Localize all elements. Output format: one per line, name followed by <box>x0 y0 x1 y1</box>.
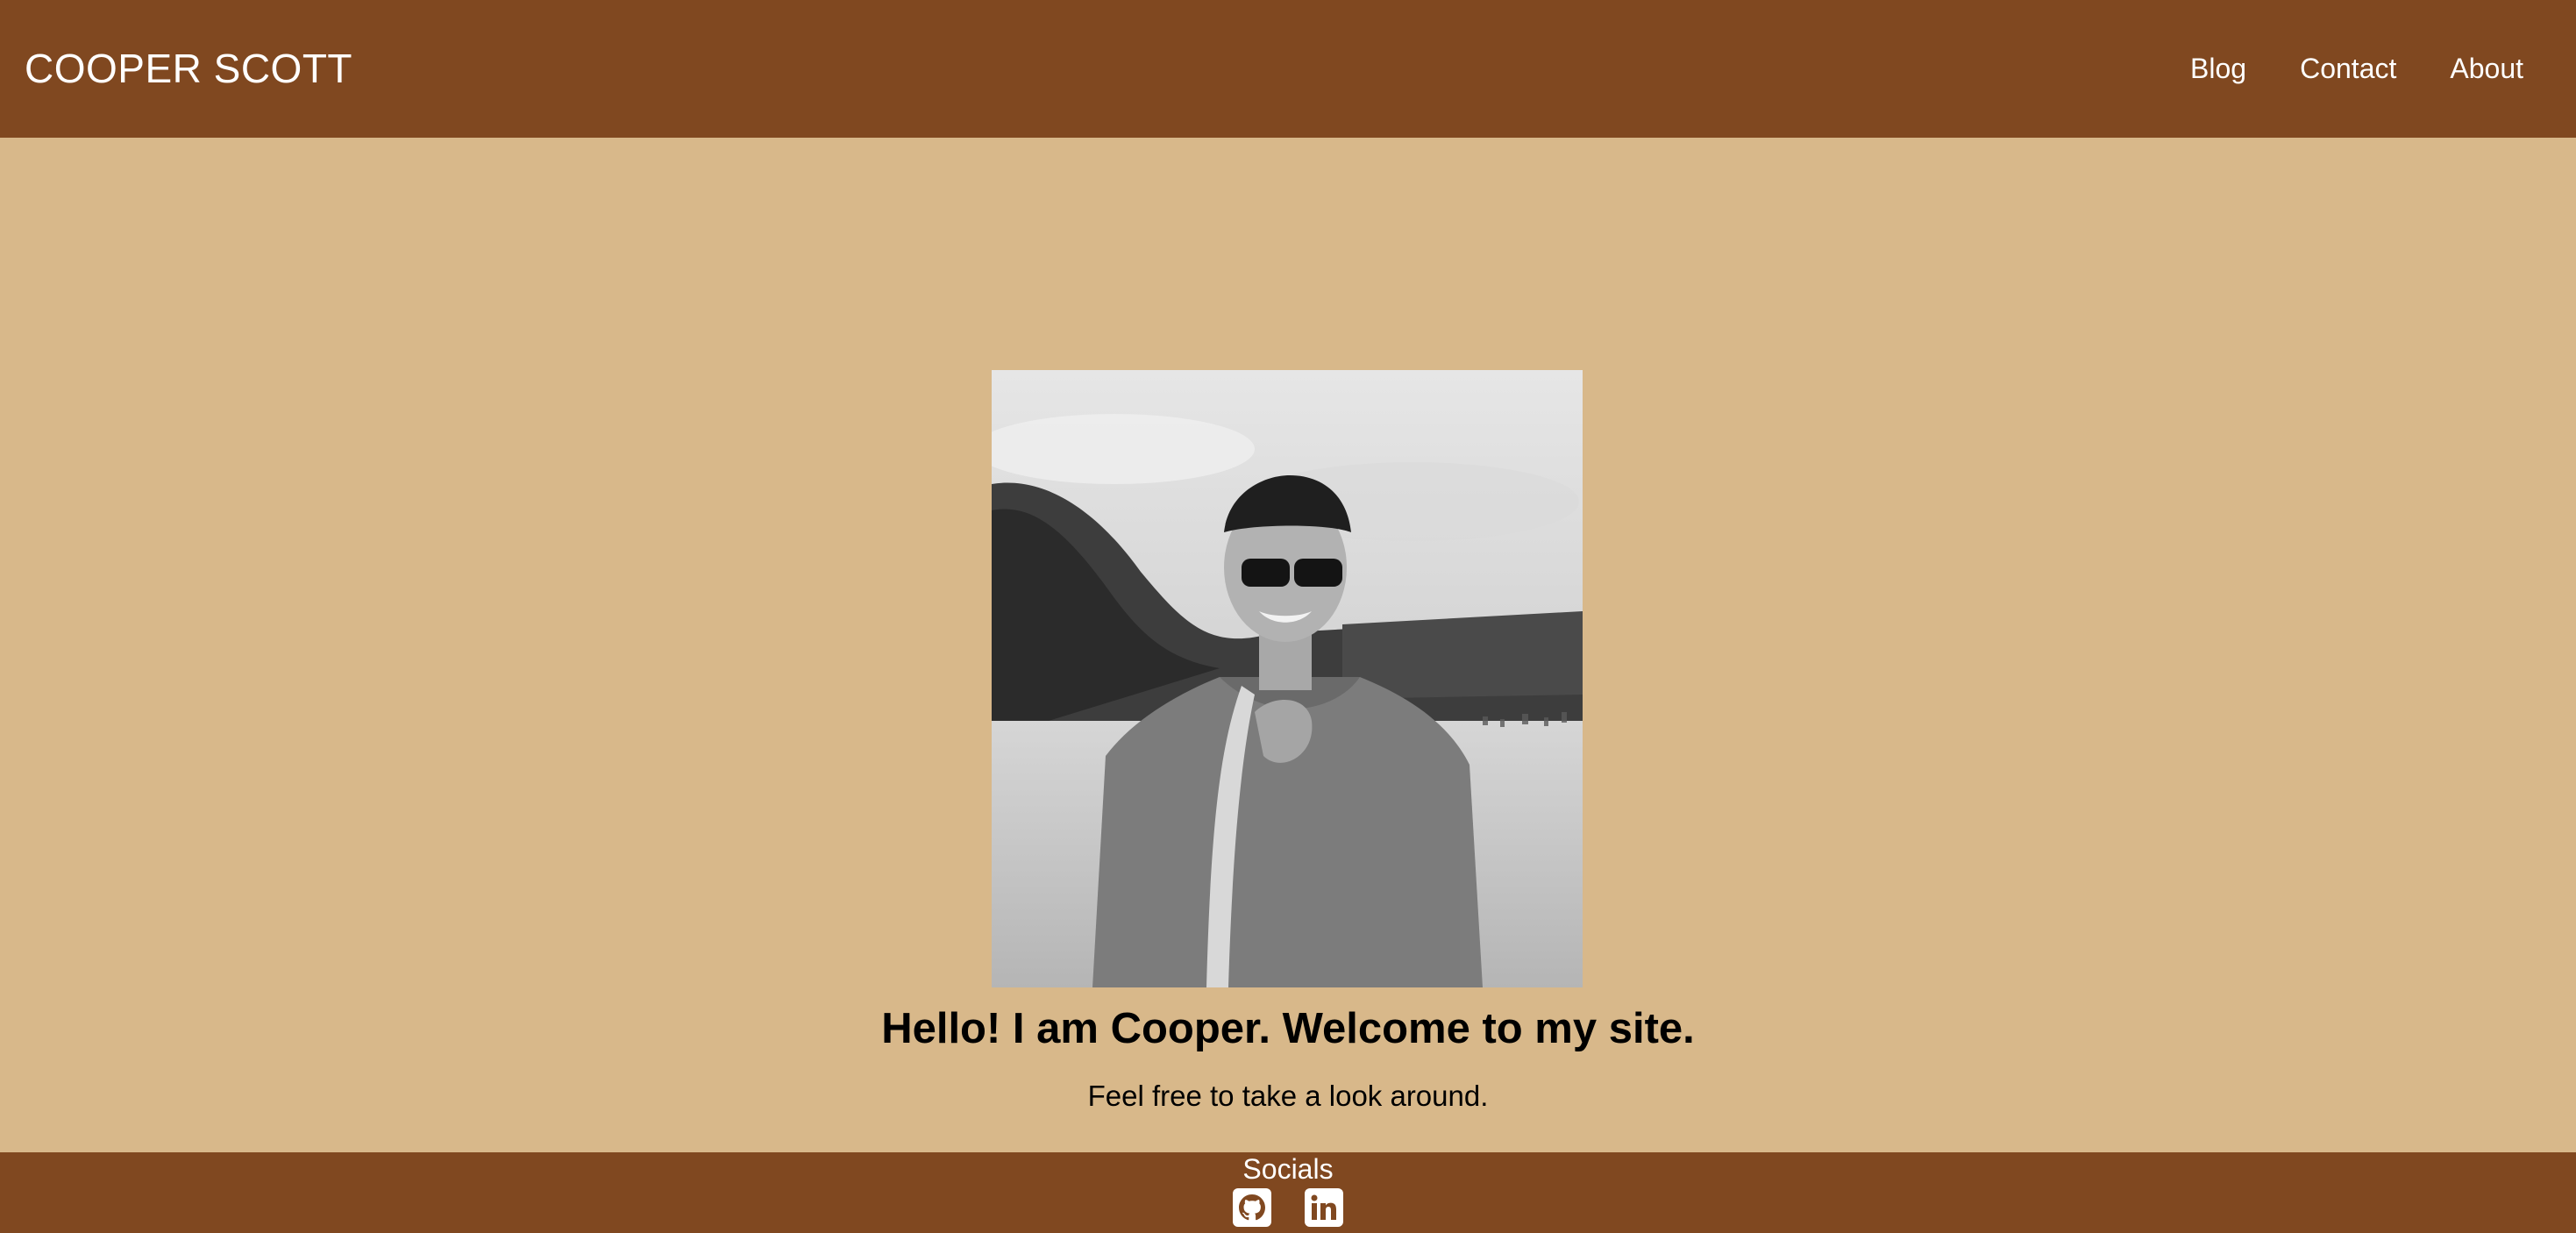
site-title[interactable]: COOPER SCOTT <box>25 42 352 95</box>
profile-photo <box>992 370 1583 987</box>
socials-label: Socials <box>1242 1153 1334 1185</box>
linkedin-icon[interactable] <box>1305 1188 1343 1227</box>
site-header: COOPER SCOTT Blog Contact About <box>0 0 2576 138</box>
social-links <box>0 1188 2576 1227</box>
github-icon[interactable] <box>1233 1188 1271 1227</box>
main-nav: Blog Contact About <box>2137 51 2523 86</box>
site-footer: Socials <box>0 1152 2576 1233</box>
welcome-subtext: Feel free to take a look around. <box>1087 1080 1489 1112</box>
nav-blog-link[interactable]: Blog <box>2190 51 2246 86</box>
nav-about-link[interactable]: About <box>2450 51 2523 86</box>
welcome-heading: Hello! I am Cooper. Welcome to my site. <box>881 1005 1695 1052</box>
nav-contact-link[interactable]: Contact <box>2300 51 2396 86</box>
